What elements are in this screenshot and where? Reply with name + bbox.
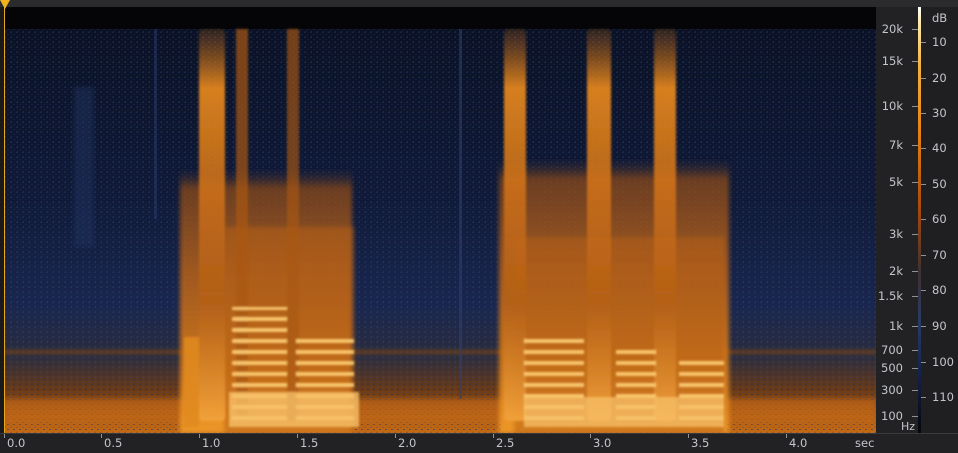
db-tick (921, 362, 926, 363)
time-ruler[interactable]: 0.0 0.5 1.0 1.5 2.0 2.5 3.0 3.5 4.0 sec (0, 433, 958, 453)
playhead-line[interactable] (4, 7, 5, 433)
db-label: 70 (932, 248, 947, 262)
freq-label: 1.5k (878, 289, 903, 303)
freq-label: 3k (889, 227, 903, 241)
db-tick (921, 219, 926, 220)
db-tick (921, 255, 926, 256)
freq-label: 700 (881, 343, 903, 357)
time-tick (101, 434, 102, 438)
time-label: 2.0 (398, 436, 417, 450)
db-tick (921, 113, 926, 114)
db-label: 50 (932, 177, 947, 191)
time-label: 2.5 (496, 436, 515, 450)
db-tick (921, 184, 926, 185)
freq-label: 15k (881, 54, 903, 68)
freq-label: 300 (881, 383, 903, 397)
amplitude-color-scale: dB 10 20 30 40 50 60 70 80 90 100 110 (918, 7, 958, 433)
db-label: 110 (932, 390, 954, 404)
time-tick (199, 434, 200, 438)
freq-label: 500 (881, 361, 903, 375)
time-tick (297, 434, 298, 438)
top-strip (0, 0, 958, 7)
db-tick (921, 42, 926, 43)
time-label: 0.0 (7, 436, 26, 450)
db-label: 40 (932, 141, 947, 155)
freq-label: 1k (889, 319, 903, 333)
db-tick (921, 397, 926, 398)
db-label: 30 (932, 106, 947, 120)
db-label: 90 (932, 319, 947, 333)
db-label: 10 (932, 35, 947, 49)
time-tick (590, 434, 591, 438)
db-label: 80 (932, 283, 947, 297)
time-label: 3.0 (593, 436, 612, 450)
spectrogram-image (4, 7, 876, 433)
db-label: 100 (932, 355, 954, 369)
time-tick (4, 434, 5, 438)
freq-label: 20k (881, 22, 903, 36)
db-unit-label: dB (932, 11, 948, 25)
time-label: 1.5 (300, 436, 319, 450)
time-label: 1.0 (202, 436, 221, 450)
freq-label: 2k (889, 264, 903, 278)
db-tick (921, 326, 926, 327)
amplitude-color-bar (918, 7, 921, 433)
time-tick (493, 434, 494, 438)
time-unit-label: sec (855, 436, 875, 450)
time-tick (395, 434, 396, 438)
db-tick (921, 78, 926, 79)
db-tick (921, 290, 926, 291)
time-label: 3.5 (691, 436, 710, 450)
frequency-unit-label: Hz (901, 420, 916, 433)
time-label: 0.5 (104, 436, 123, 450)
db-label: 20 (932, 71, 947, 85)
db-label: 60 (932, 212, 947, 226)
time-tick (786, 434, 787, 438)
spectrogram-canvas[interactable] (4, 7, 876, 433)
time-tick (688, 434, 689, 438)
freq-label: 10k (881, 99, 903, 113)
frequency-axis: 20k 15k 10k 7k 5k 3k 2k 1.5k 1k 700 500 … (876, 7, 918, 433)
time-label: 4.0 (789, 436, 808, 450)
freq-label: 100 (881, 409, 903, 423)
freq-label: 5k (889, 175, 903, 189)
freq-label: 7k (889, 138, 903, 152)
playhead-marker-icon[interactable] (0, 0, 10, 9)
db-tick (921, 148, 926, 149)
